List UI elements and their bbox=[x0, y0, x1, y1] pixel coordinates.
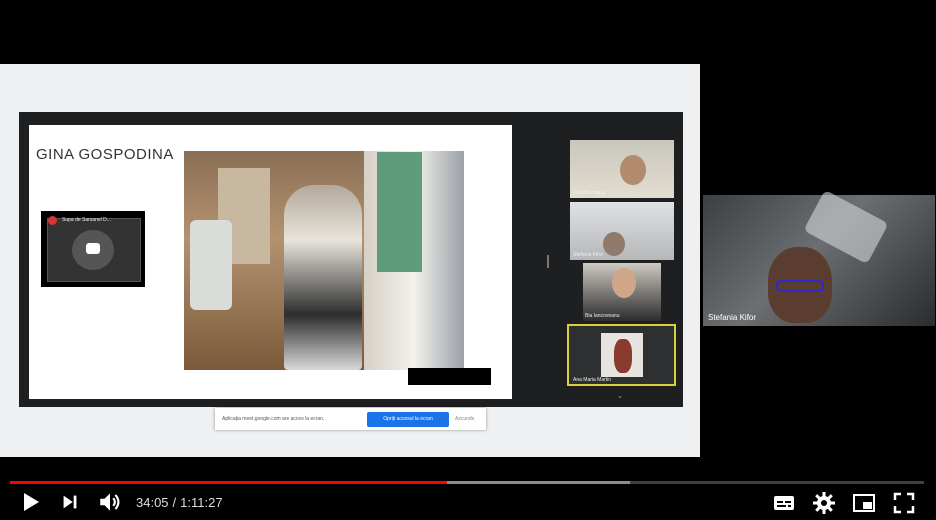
hide-notice-button: Ascunde bbox=[455, 416, 475, 422]
channel-badge-icon bbox=[48, 216, 57, 225]
subtitles-icon[interactable] bbox=[772, 491, 796, 515]
miniplayer-icon[interactable] bbox=[852, 491, 876, 515]
participant-video bbox=[614, 339, 632, 373]
gear-icon[interactable] bbox=[812, 491, 836, 515]
time-separator: / bbox=[172, 495, 177, 510]
participant-name: Claudia Hașaș bbox=[573, 190, 606, 196]
participant-name: Ștefania Kifor bbox=[573, 252, 604, 258]
time-display: 34:05/1:11:27 bbox=[136, 495, 223, 510]
stop-sharing-button: Opriți accesul la ecran bbox=[367, 412, 449, 427]
presenter-name: Stefania Kifor bbox=[708, 313, 757, 322]
next-icon[interactable] bbox=[59, 491, 81, 513]
duration: 1:11:27 bbox=[180, 495, 223, 510]
photo-chair bbox=[190, 220, 232, 310]
slide-title: GINA GOSPODINA bbox=[36, 146, 174, 163]
participant-video bbox=[620, 155, 646, 185]
participant-video bbox=[612, 268, 636, 298]
presenter-glasses bbox=[776, 280, 824, 292]
panel-resize-handle bbox=[547, 255, 549, 268]
photo-person bbox=[284, 185, 362, 370]
current-time: 34:05 bbox=[136, 495, 169, 510]
participant-video bbox=[603, 232, 625, 256]
volume-icon[interactable] bbox=[97, 489, 123, 515]
embedded-video-caption: Supa de Sarsanel D... bbox=[62, 217, 111, 223]
photo-curtain bbox=[377, 152, 422, 272]
screen-share-notice-text: Aplicația meet.google.com are acces la e… bbox=[222, 416, 325, 422]
fullscreen-icon[interactable] bbox=[892, 491, 916, 515]
participant-name: Ana Maria Martin bbox=[573, 377, 612, 383]
play-icon[interactable] bbox=[18, 490, 42, 514]
chevron-down-icon: ⌄ bbox=[617, 393, 623, 400]
progress-played bbox=[10, 481, 447, 484]
redaction-box bbox=[408, 368, 491, 385]
embedded-play-icon bbox=[86, 243, 100, 254]
participant-name: Bia Iancoveanu bbox=[585, 313, 620, 319]
